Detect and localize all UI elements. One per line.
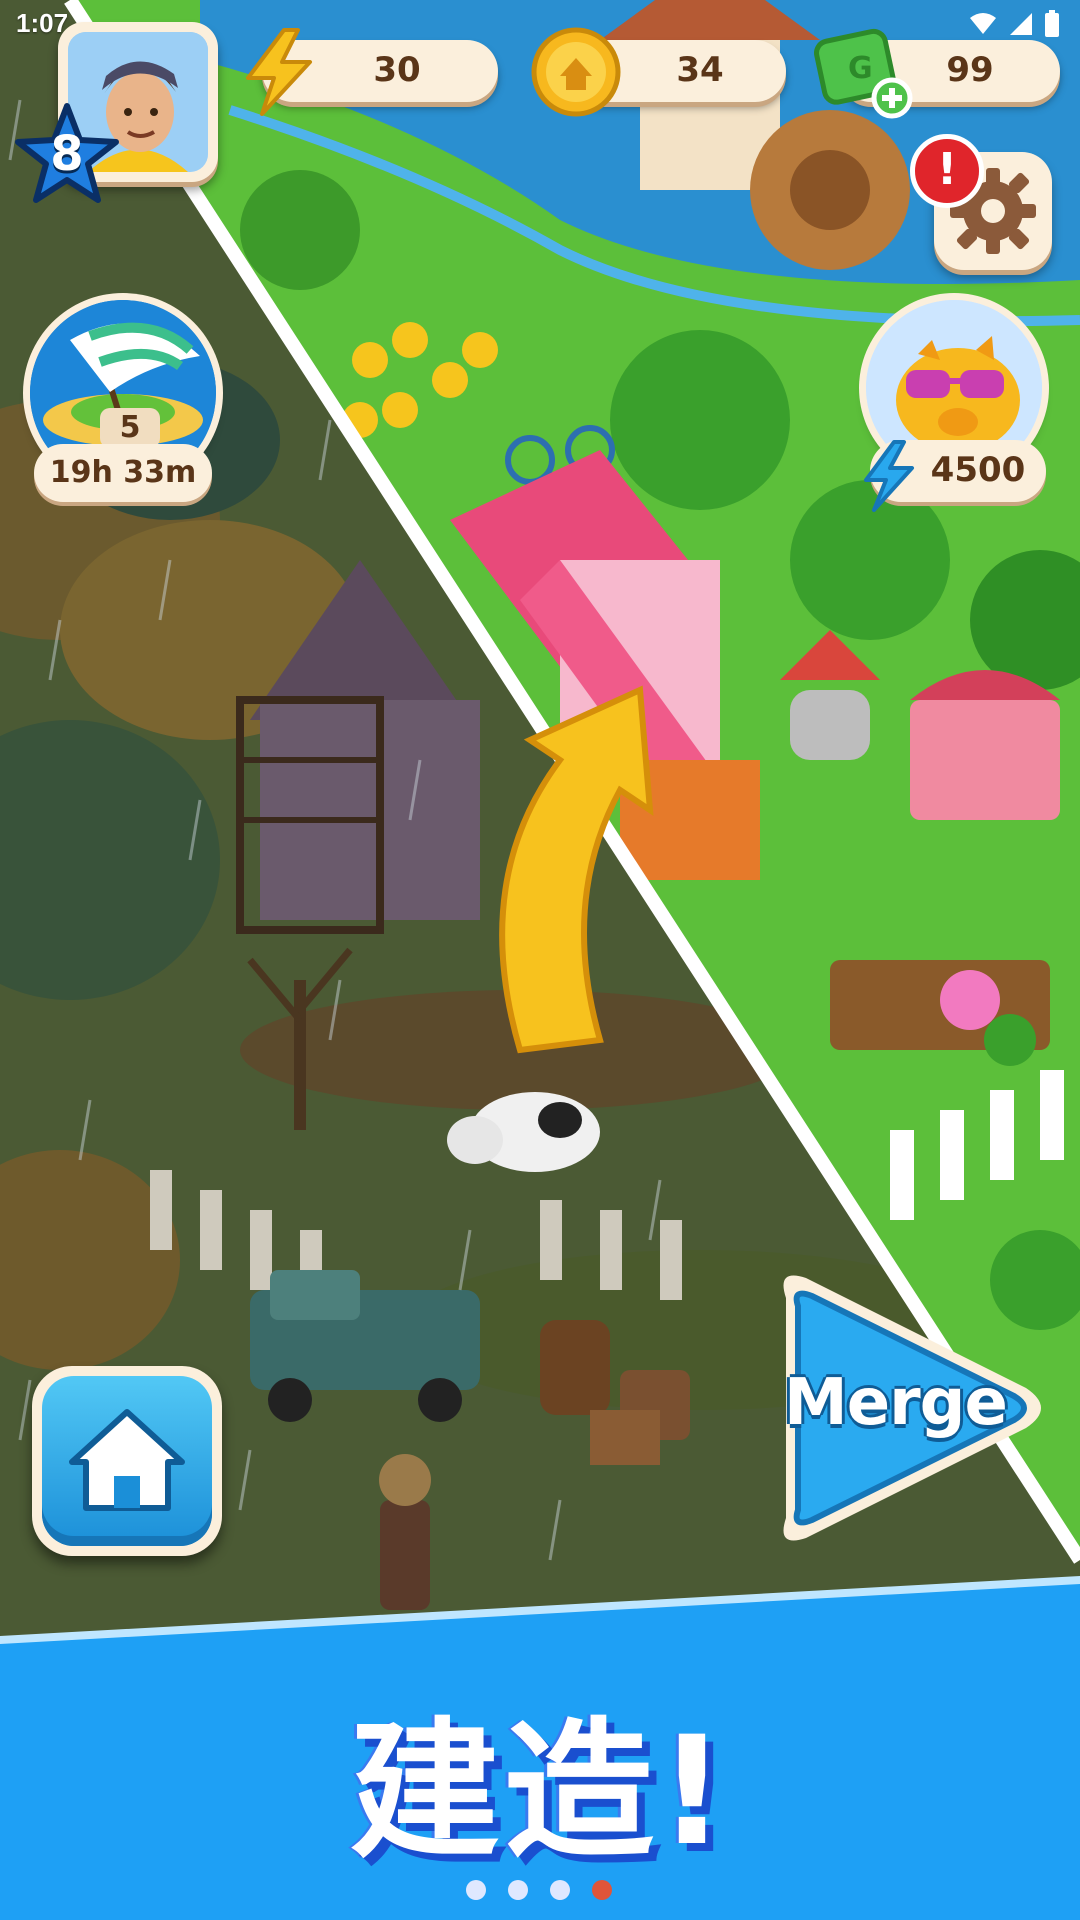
lightning-icon [864, 440, 914, 512]
signal-icon [1010, 13, 1032, 35]
home-icon [69, 1409, 185, 1511]
cash-value: 99 [946, 50, 994, 90]
status-icons [968, 10, 1060, 38]
coins-value: 34 [676, 50, 724, 90]
status-time: 1:07 [16, 8, 69, 38]
svg-text:G: G [848, 51, 873, 86]
piggy-bank-widget[interactable]: 4500 [860, 300, 1050, 512]
merge-label: Merge [784, 1366, 1008, 1440]
status-bar: 1:07 [0, 0, 1080, 50]
player-level-value: 8 [50, 126, 84, 182]
wifi-icon [970, 13, 996, 34]
settings-alert-badge: ! [910, 134, 984, 208]
event-widget[interactable]: 5 19h 33m [30, 300, 220, 510]
player-level-badge[interactable]: 8 [14, 102, 120, 208]
page-dot-active[interactable] [592, 1880, 612, 1900]
event-count: 5 [100, 408, 160, 448]
merge-button[interactable]: Merge [756, 1258, 1056, 1558]
event-timer: 19h 33m [34, 444, 212, 502]
page-indicator [466, 1880, 612, 1900]
piggy-bank-value: 4500 [930, 450, 1026, 490]
banner-title: 建造! [349, 1705, 731, 1879]
battery-icon [1045, 10, 1059, 37]
page-dot[interactable] [466, 1880, 486, 1900]
home-button[interactable] [32, 1366, 222, 1556]
page-dot[interactable] [550, 1880, 570, 1900]
energy-value: 30 [373, 50, 421, 90]
page-dot[interactable] [508, 1880, 528, 1900]
